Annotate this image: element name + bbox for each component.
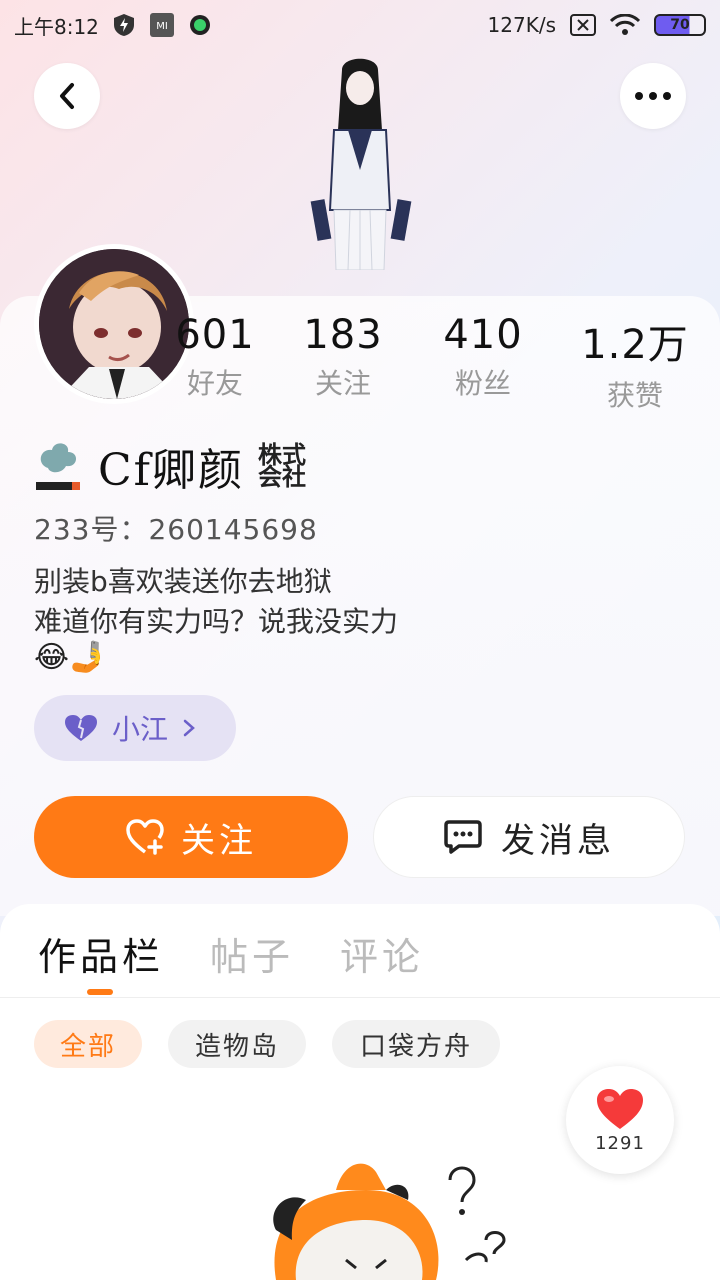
follow-button[interactable]: 关注 [34, 796, 348, 878]
stat-value: 1.2万 [581, 322, 689, 368]
filter-all[interactable]: 全部 [34, 1020, 142, 1068]
user-id: 233号：260145698 [34, 513, 318, 546]
net-speed: 127K/s [487, 13, 556, 37]
bio-line: 别装b喜欢装送你去地狱 [34, 565, 332, 598]
shield-icon [113, 13, 135, 37]
follow-label: 关注 [181, 820, 257, 861]
corp-badge: 株式会社 [257, 441, 306, 491]
bio-line: 难道你有实力吗？说我没实力 [34, 605, 399, 638]
back-button[interactable] [34, 63, 100, 129]
cigarette-smoke-icon [36, 443, 80, 490]
profile-page: 上午8:12 MI 127K/s 70 601 好友 183 关注 410 粉丝… [0, 0, 720, 1280]
more-button[interactable] [620, 63, 686, 129]
spotify-icon [189, 14, 211, 36]
stat-label: 关注 [314, 367, 371, 400]
character-figure [310, 58, 412, 270]
stat-label: 获赞 [606, 379, 663, 412]
stat-fans[interactable]: 410 粉丝 [418, 312, 548, 402]
tab-works[interactable]: 作品栏 [38, 926, 164, 981]
wifi-icon [610, 14, 640, 36]
no-sim-icon [570, 14, 596, 36]
stat-value: 183 [303, 312, 383, 358]
chat-bubble-icon [444, 820, 482, 854]
heart-icon [597, 1088, 643, 1129]
stat-following[interactable]: 183 关注 [278, 312, 408, 402]
stats-row: 601 好友 183 关注 410 粉丝 1.2万 获赞 [160, 312, 720, 412]
status-bar: 上午8:12 MI 127K/s 70 [0, 0, 720, 50]
message-button[interactable]: 发消息 [373, 796, 685, 878]
stat-label: 粉丝 [454, 367, 511, 400]
bio: 别装b喜欢装送你去地狱 难道你有实力吗？说我没实力 [34, 562, 398, 642]
like-count: 1291 [595, 1132, 645, 1154]
mi-icon: MI [149, 12, 175, 38]
status-time: 上午8:12 [14, 14, 99, 39]
battery-icon: 70 [654, 14, 706, 36]
stat-label: 好友 [186, 367, 243, 400]
svg-text:MI: MI [156, 21, 168, 32]
username-row: Cf卿颜 株式会社 [34, 436, 306, 496]
stat-value: 410 [443, 312, 523, 358]
chevron-left-icon [60, 83, 74, 109]
tab-bar: 作品栏 帖子 评论 [0, 904, 720, 998]
tab-indicator [87, 989, 113, 995]
bio-emojis: 😂🤳 [34, 640, 107, 675]
mascot-illustration [273, 1163, 506, 1280]
relationship-tag[interactable]: 小江 [34, 695, 236, 761]
heart-icon [65, 715, 97, 741]
message-label: 发消息 [501, 820, 615, 861]
stat-value: 601 [175, 312, 255, 358]
heart-plus-icon [126, 819, 164, 855]
tab-posts[interactable]: 帖子 [210, 926, 294, 981]
filter-pocket-ark[interactable]: 口袋方舟 [332, 1020, 500, 1068]
filter-creation-island[interactable]: 造物岛 [168, 1020, 306, 1068]
stat-friends[interactable]: 601 好友 [150, 312, 280, 402]
tab-comments[interactable]: 评论 [340, 926, 424, 981]
tag-label: 小江 [112, 713, 169, 746]
chevron-right-icon [183, 719, 195, 737]
stat-likes[interactable]: 1.2万 获赞 [570, 312, 700, 414]
username: Cf卿颜 [98, 445, 244, 496]
like-button[interactable]: 1291 [566, 1066, 674, 1174]
more-dots-icon [635, 92, 671, 100]
